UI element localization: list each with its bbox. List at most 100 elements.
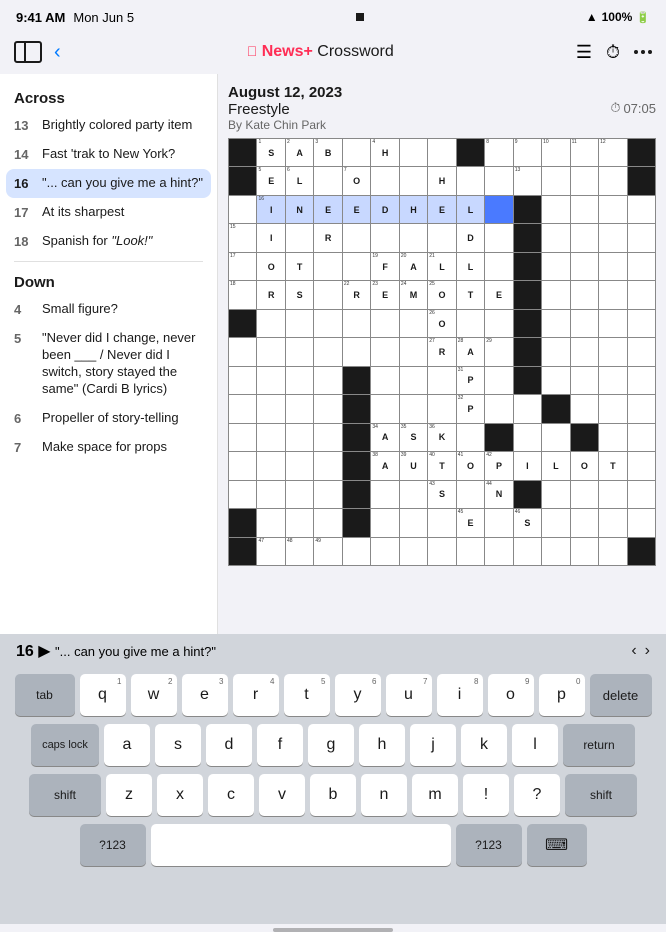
key-m[interactable]: m (412, 774, 458, 816)
clue-across-18[interactable]: 18 Spanish for "Look!" (0, 227, 217, 256)
grid-cell-3-1[interactable]: I (257, 224, 284, 251)
grid-cell-9-11[interactable] (542, 395, 569, 422)
grid-cell-0-0[interactable] (229, 139, 256, 166)
grid-cell-1-11[interactable] (542, 167, 569, 194)
grid-cell-9-8[interactable]: 32P (457, 395, 484, 422)
grid-cell-8-4[interactable] (343, 367, 370, 394)
grid-cell-12-8[interactable] (457, 481, 484, 508)
grid-cell-2-8[interactable]: L (457, 196, 484, 223)
grid-cell-7-1[interactable] (257, 338, 284, 365)
key-i[interactable]: 8i (437, 674, 483, 716)
grid-cell-13-1[interactable] (257, 509, 284, 536)
key-t[interactable]: 5t (284, 674, 330, 716)
grid-cell-11-8[interactable]: 41O (457, 452, 484, 479)
grid-cell-14-13[interactable] (599, 538, 626, 565)
grid-cell-12-3[interactable] (314, 481, 341, 508)
grid-cell-13-12[interactable] (571, 509, 598, 536)
grid-cell-2-0[interactable] (229, 196, 256, 223)
grid-cell-7-7[interactable]: 27R (428, 338, 455, 365)
key-z[interactable]: z (106, 774, 152, 816)
clue-down-6[interactable]: 6 Propeller of story-telling (0, 404, 217, 433)
grid-cell-10-1[interactable] (257, 424, 284, 451)
grid-cell-8-1[interactable] (257, 367, 284, 394)
grid-cell-3-5[interactable] (371, 224, 398, 251)
grid-cell-5-14[interactable] (628, 281, 655, 308)
grid-cell-8-10[interactable] (514, 367, 541, 394)
grid-cell-0-7[interactable] (428, 139, 455, 166)
grid-cell-9-4[interactable] (343, 395, 370, 422)
grid-cell-14-14[interactable] (628, 538, 655, 565)
grid-cell-4-1[interactable]: O (257, 253, 284, 280)
grid-cell-9-5[interactable] (371, 395, 398, 422)
grid-cell-10-2[interactable] (286, 424, 313, 451)
grid-cell-6-0[interactable] (229, 310, 256, 337)
key-x[interactable]: x (157, 774, 203, 816)
key-f[interactable]: f (257, 724, 303, 766)
grid-cell-4-14[interactable] (628, 253, 655, 280)
grid-cell-2-6[interactable]: H (400, 196, 427, 223)
grid-cell-12-5[interactable] (371, 481, 398, 508)
grid-cell-6-1[interactable] (257, 310, 284, 337)
num-key-right[interactable]: ?123 (456, 824, 522, 866)
grid-cell-11-10[interactable]: I (514, 452, 541, 479)
grid-cell-5-2[interactable]: S (286, 281, 313, 308)
grid-cell-5-4[interactable]: 22R (343, 281, 370, 308)
next-clue-button[interactable]: › (645, 642, 650, 660)
key-o[interactable]: 9o (488, 674, 534, 716)
grid-cell-14-9[interactable] (485, 538, 512, 565)
grid-cell-9-6[interactable] (400, 395, 427, 422)
grid-cell-0-6[interactable] (400, 139, 427, 166)
grid-cell-14-12[interactable] (571, 538, 598, 565)
grid-cell-0-14[interactable] (628, 139, 655, 166)
key-p[interactable]: 0p (539, 674, 585, 716)
grid-cell-11-4[interactable] (343, 452, 370, 479)
key-n[interactable]: n (361, 774, 407, 816)
grid-cell-1-12[interactable] (571, 167, 598, 194)
grid-cell-12-13[interactable] (599, 481, 626, 508)
grid-cell-9-2[interactable] (286, 395, 313, 422)
key-j[interactable]: j (410, 724, 456, 766)
grid-cell-2-4[interactable]: E (343, 196, 370, 223)
key-b[interactable]: b (310, 774, 356, 816)
grid-cell-4-13[interactable] (599, 253, 626, 280)
grid-cell-7-8[interactable]: 28A (457, 338, 484, 365)
grid-cell-4-0[interactable]: 17 (229, 253, 256, 280)
grid-cell-13-9[interactable] (485, 509, 512, 536)
grid-cell-13-5[interactable] (371, 509, 398, 536)
grid-cell-11-9[interactable]: 42P (485, 452, 512, 479)
grid-cell-5-7[interactable]: 25O (428, 281, 455, 308)
grid-cell-1-3[interactable] (314, 167, 341, 194)
grid-cell-13-10[interactable]: 46S (514, 509, 541, 536)
grid-cell-12-14[interactable] (628, 481, 655, 508)
grid-cell-8-14[interactable] (628, 367, 655, 394)
grid-cell-13-14[interactable] (628, 509, 655, 536)
grid-cell-5-6[interactable]: 24M (400, 281, 427, 308)
grid-cell-2-12[interactable] (571, 196, 598, 223)
grid-cell-5-5[interactable]: 23E (371, 281, 398, 308)
clock-icon[interactable]: ⏱ (606, 42, 620, 63)
grid-cell-7-14[interactable] (628, 338, 655, 365)
grid-cell-8-2[interactable] (286, 367, 313, 394)
key-s[interactable]: s (155, 724, 201, 766)
key-q[interactable]: 1q (80, 674, 126, 716)
grid-cell-1-1[interactable]: 5E (257, 167, 284, 194)
tab-key[interactable]: tab (15, 674, 75, 716)
grid-cell-12-6[interactable] (400, 481, 427, 508)
grid-cell-3-12[interactable] (571, 224, 598, 251)
grid-cell-7-9[interactable]: 29 (485, 338, 512, 365)
grid-cell-11-2[interactable] (286, 452, 313, 479)
grid-cell-10-11[interactable] (542, 424, 569, 451)
grid-cell-8-3[interactable] (314, 367, 341, 394)
grid-cell-10-0[interactable] (229, 424, 256, 451)
grid-cell-10-13[interactable] (599, 424, 626, 451)
grid-cell-3-2[interactable] (286, 224, 313, 251)
key-c[interactable]: c (208, 774, 254, 816)
key-question[interactable]: ? (514, 774, 560, 816)
grid-cell-2-7[interactable]: E (428, 196, 455, 223)
grid-cell-6-5[interactable] (371, 310, 398, 337)
grid-cell-5-10[interactable] (514, 281, 541, 308)
grid-cell-6-3[interactable] (314, 310, 341, 337)
back-button[interactable]: ‹ (50, 39, 65, 66)
grid-cell-14-5[interactable] (371, 538, 398, 565)
grid-cell-2-3[interactable]: E (314, 196, 341, 223)
